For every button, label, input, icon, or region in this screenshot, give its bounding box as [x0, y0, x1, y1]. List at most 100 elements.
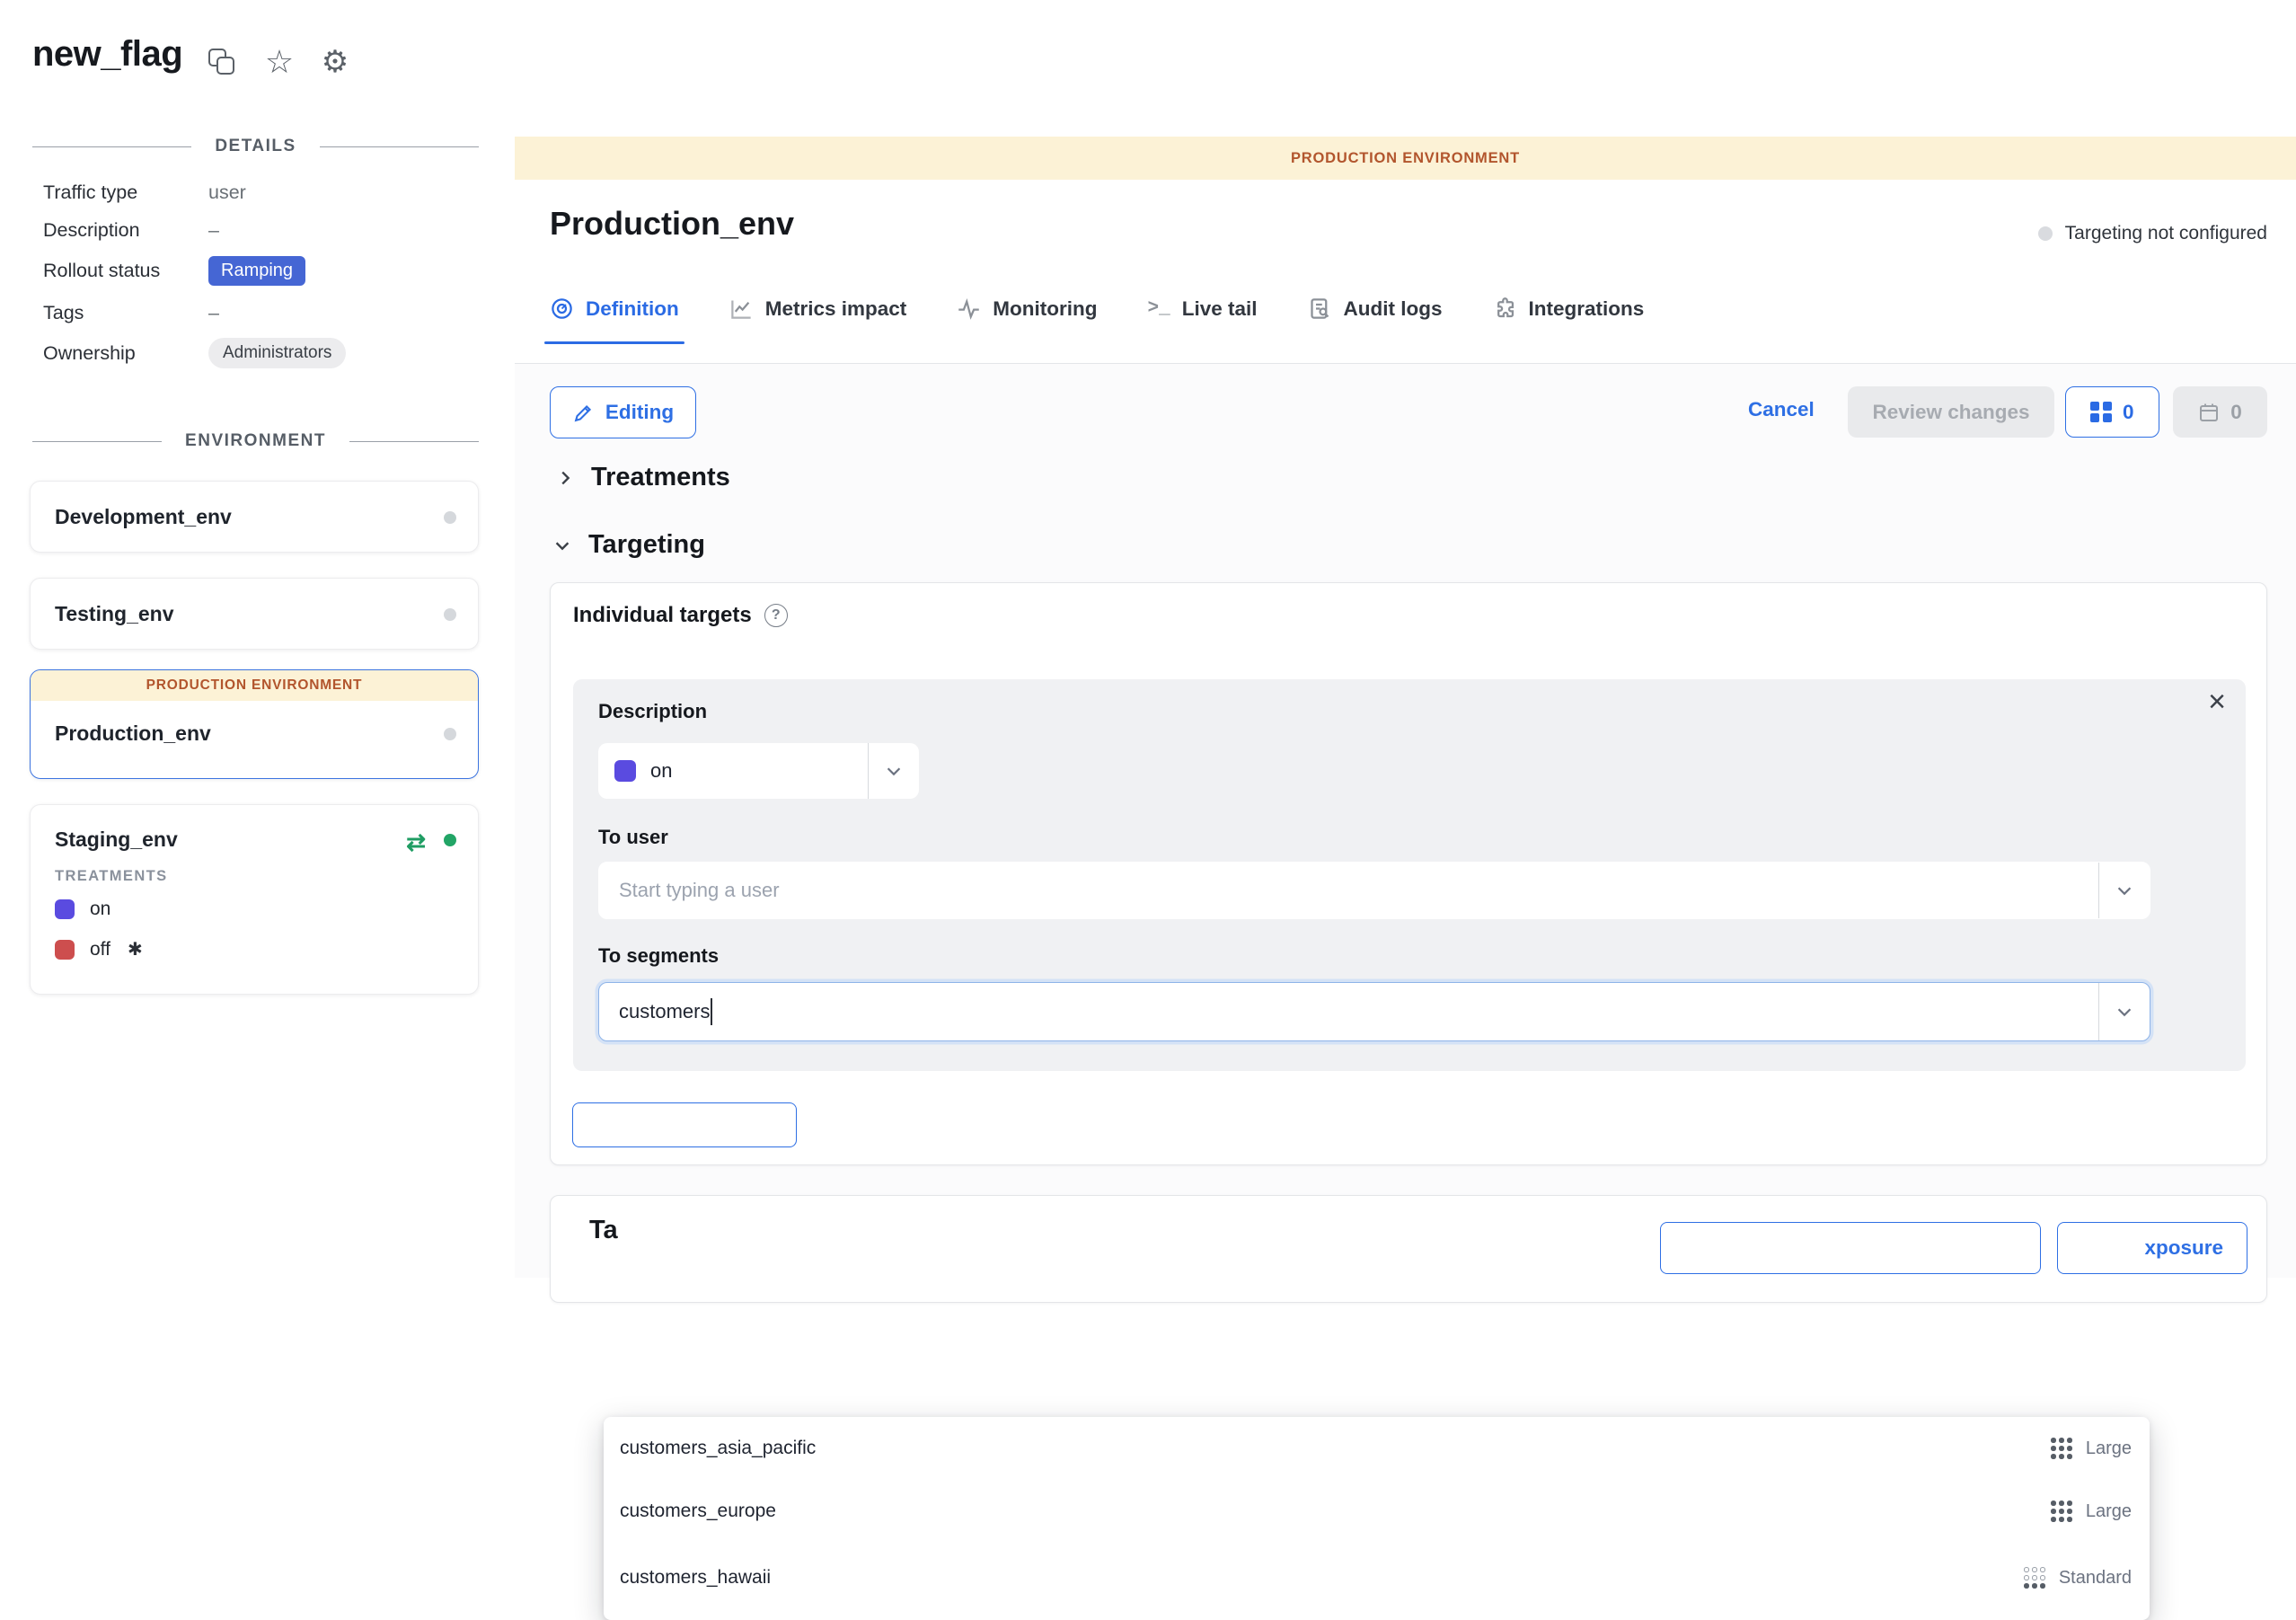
tab-monitoring[interactable]: Monitoring — [957, 297, 1097, 344]
ownership-pill[interactable]: Administrators — [208, 338, 346, 368]
editing-button[interactable]: Editing — [550, 386, 696, 438]
environment-section-divider: ENVIRONMENT — [32, 431, 479, 451]
segment-option-hawaii[interactable]: customers_hawaii Standard — [604, 1543, 2150, 1613]
tab-audit-logs[interactable]: Audit logs — [1308, 297, 1443, 344]
segment-size: Large — [2051, 1438, 2132, 1459]
editing-button-label: Editing — [605, 401, 674, 424]
individual-targets-title: Individual targets — [573, 603, 752, 628]
segment-size-label: Large — [2086, 1501, 2132, 1522]
chevron-down-icon — [2115, 1002, 2134, 1022]
tab-label: Definition — [586, 297, 679, 321]
changes-count-button[interactable]: 0 — [2065, 386, 2159, 438]
tab-live-tail[interactable]: >_ Live tail — [1148, 297, 1258, 344]
detail-row-ownership: Ownership Administrators — [43, 338, 479, 368]
treatments-section-toggle[interactable]: Treatments — [555, 463, 730, 492]
env-card-name: Staging_env — [55, 828, 178, 852]
env-card-name: Testing_env — [55, 602, 174, 626]
detail-label: Ownership — [43, 342, 208, 365]
help-icon[interactable]: ? — [764, 604, 788, 627]
treatment-name: off — [90, 939, 110, 960]
details-section-divider: DETAILS — [32, 137, 479, 156]
segment-name: customers_hawaii — [620, 1567, 771, 1589]
text-caret — [711, 998, 712, 1025]
segments-input-chevron-zone[interactable] — [2098, 983, 2150, 1040]
targeting-section-toggle[interactable]: Targeting — [552, 530, 705, 560]
pencil-icon — [572, 402, 595, 424]
treatment-color-swatch — [55, 940, 75, 960]
pulse-icon — [957, 297, 981, 321]
tab-label: Live tail — [1182, 297, 1258, 321]
env-status-dot — [444, 608, 456, 621]
chevron-down-icon — [2115, 881, 2134, 900]
schedule-count-button[interactable]: 0 — [2173, 386, 2267, 438]
segment-size-label: Standard — [2059, 1568, 2132, 1589]
detail-value: user — [208, 181, 246, 204]
user-input-wrap — [598, 862, 2150, 919]
user-input[interactable] — [599, 879, 2098, 902]
detail-row-rollout-status: Rollout status Ramping — [43, 256, 479, 286]
environment-section-label: ENVIRONMENT — [185, 431, 326, 451]
treatment-name: on — [90, 899, 110, 920]
treatment-row-off: off ✱ — [55, 938, 143, 960]
exposure-button-label-fragment: xposure — [2144, 1236, 2223, 1260]
rules-panel-title-partial: Ta — [589, 1216, 618, 1245]
segment-size: Standard — [2024, 1567, 2132, 1589]
segments-input-value: customers — [619, 1000, 710, 1023]
targeting-section-title: Targeting — [588, 530, 705, 560]
hidden-action-button-partial[interactable] — [1660, 1222, 2041, 1274]
detail-value: – — [208, 219, 219, 242]
description-field-label: Description — [598, 700, 707, 723]
tab-label: Metrics impact — [765, 297, 907, 321]
review-changes-button[interactable]: Review changes — [1848, 386, 2054, 438]
detail-label: Tags — [43, 302, 208, 324]
main-content: PRODUCTION ENVIRONMENT Production_env Ta… — [515, 0, 2296, 1278]
env-status-dot — [444, 511, 456, 524]
env-card-testing[interactable]: Testing_env — [30, 578, 479, 650]
select-chevron-zone[interactable] — [868, 743, 919, 799]
definition-bullseye-icon — [550, 297, 574, 321]
segment-name: customers_asia_pacific — [620, 1438, 816, 1459]
env-card-production[interactable]: PRODUCTION ENVIRONMENT Production_env — [30, 669, 479, 779]
to-segments-label: To segments — [598, 944, 719, 968]
segments-dropdown: customers_asia_pacific Large customers_e… — [604, 1417, 2150, 1620]
detail-label: Description — [43, 219, 208, 242]
detail-label: Traffic type — [43, 181, 208, 204]
tab-definition[interactable]: Definition — [550, 297, 679, 344]
add-target-button-partial[interactable] — [572, 1102, 797, 1147]
treatment-color-swatch — [55, 899, 75, 919]
env-status-dot-green — [444, 834, 456, 846]
cancel-link[interactable]: Cancel — [1748, 398, 1815, 421]
treatment-select[interactable]: on — [598, 743, 919, 799]
tab-label: Integrations — [1529, 297, 1645, 321]
detail-label: Rollout status — [43, 260, 208, 282]
detail-row-tags: Tags – — [43, 302, 479, 324]
grid-icon — [2090, 402, 2112, 423]
sidebar: DETAILS Traffic type user Description – … — [0, 0, 515, 1278]
exposure-button-partial[interactable]: xposure — [2057, 1222, 2247, 1274]
audit-document-icon — [1308, 297, 1332, 321]
tab-label: Monitoring — [993, 297, 1097, 321]
default-treatment-asterisk-icon: ✱ — [128, 938, 143, 960]
segment-option-asia-pacific[interactable]: customers_asia_pacific Large — [604, 1417, 2150, 1480]
tab-metrics-impact[interactable]: Metrics impact — [729, 297, 907, 344]
user-input-chevron-zone[interactable] — [2098, 863, 2150, 918]
env-status-dot — [444, 728, 456, 740]
large-segment-grid-icon — [2051, 1438, 2072, 1459]
puzzle-icon — [1493, 297, 1517, 321]
tab-integrations[interactable]: Integrations — [1493, 297, 1645, 344]
env-card-development[interactable]: Development_env — [30, 481, 479, 553]
production-environment-banner: PRODUCTION ENVIRONMENT — [515, 137, 2296, 180]
segment-option-europe[interactable]: customers_europe Large — [604, 1480, 2150, 1543]
tab-bar: Definition Metrics impact Monitoring >_ … — [550, 297, 1644, 344]
definition-tab-body: Editing Cancel Review changes 0 0 Treatm… — [515, 364, 2296, 1278]
details-section-label: DETAILS — [215, 137, 296, 156]
env-card-staging[interactable]: Staging_env ⇄ TREATMENTS on off ✱ — [30, 804, 479, 995]
close-icon[interactable]: × — [2208, 685, 2226, 720]
metrics-chart-icon — [729, 297, 754, 321]
chevron-down-icon — [552, 536, 572, 555]
treatment-select-value: on — [650, 759, 672, 783]
standard-segment-grid-icon — [2024, 1567, 2045, 1589]
detail-row-description: Description – — [43, 219, 479, 242]
segments-input[interactable]: customers — [598, 982, 2150, 1041]
feature-flag-page: new_flag ☆ ⚙ DETAILS Traffic type user D… — [0, 0, 2296, 1278]
